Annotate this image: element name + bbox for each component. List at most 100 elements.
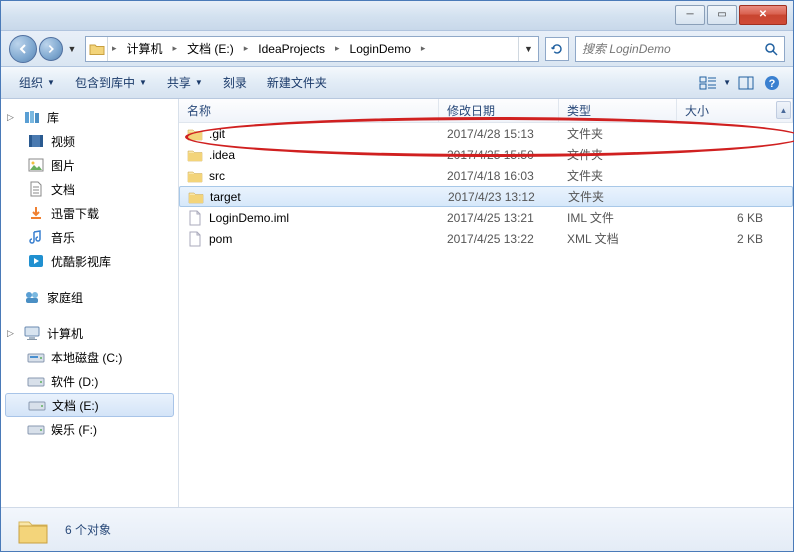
sidebar-item-label: 本地磁盘 (C:) [51, 349, 122, 366]
file-area: ▲ 名称 修改日期 类型 大小 .git2017/4/28 15:13文件夹.i… [179, 99, 793, 507]
file-type: XML 文档 [559, 230, 677, 247]
sidebar-head-homegroup[interactable]: 家庭组 [1, 285, 178, 309]
breadcrumb-sep[interactable]: ▸ [169, 43, 182, 54]
sidebar-item-label: 迅雷下载 [51, 205, 99, 222]
breadcrumb-sep[interactable]: ▸ [331, 43, 344, 54]
sidebar-item-label: 文档 [51, 181, 75, 198]
sidebar-item-picture[interactable]: 图片 [1, 153, 178, 177]
view-options-button[interactable] [697, 72, 719, 94]
file-row[interactable]: pom2017/4/25 13:22XML 文档2 KB [179, 228, 793, 249]
include-library-button[interactable]: 包含到库中 ▼ [67, 70, 155, 95]
view-icon [699, 75, 717, 91]
sidebar-head-computer[interactable]: ▷ 计算机 [1, 321, 178, 345]
sidebar-item-music[interactable]: 音乐 [1, 225, 178, 249]
sidebar-head-library[interactable]: ▷ 库 [1, 105, 178, 129]
file-row[interactable]: src2017/4/18 16:03文件夹 [179, 165, 793, 186]
sidebar-item-youku[interactable]: 优酷影视库 [1, 249, 178, 273]
share-label: 共享 [167, 74, 191, 91]
file-date: 2017/4/23 13:12 [440, 190, 560, 204]
burn-button[interactable]: 刻录 [215, 70, 255, 95]
refresh-button[interactable] [545, 37, 569, 61]
breadcrumb-item-folder[interactable]: IdeaProjects [252, 37, 331, 61]
breadcrumb[interactable]: ▸ 计算机 ▸ 文档 (E:) ▸ IdeaProjects ▸ LoginDe… [85, 36, 539, 62]
download-icon [27, 204, 45, 222]
expand-icon: ▷ [7, 328, 17, 339]
sidebar-item-download[interactable]: 迅雷下载 [1, 201, 178, 225]
file-date: 2017/4/25 15:50 [439, 148, 559, 162]
breadcrumb-item-current[interactable]: LoginDemo [344, 37, 417, 61]
file-row[interactable]: .idea 2017/4/25 15:50文件夹 [179, 144, 793, 165]
folder-icon [188, 189, 204, 205]
view-dropdown[interactable]: ▼ [723, 78, 731, 87]
file-type: 文件夹 [559, 146, 677, 163]
include-label: 包含到库中 [75, 74, 135, 91]
share-button[interactable]: 共享 ▼ [159, 70, 211, 95]
file-date: 2017/4/25 13:22 [439, 232, 559, 246]
breadcrumb-item-computer[interactable]: 计算机 [121, 37, 169, 61]
youku-icon [27, 252, 45, 270]
sidebar-item-label: 娱乐 (F:) [51, 421, 97, 438]
minimize-button[interactable]: ─ [675, 5, 705, 25]
file-icon [187, 210, 203, 226]
breadcrumb-sep[interactable]: ▸ [108, 43, 121, 54]
video-icon [27, 132, 45, 150]
computer-label: 计算机 [47, 325, 83, 342]
expand-icon: ▷ [7, 112, 17, 123]
new-folder-label: 新建文件夹 [267, 74, 327, 91]
search-input[interactable] [582, 42, 764, 56]
forward-button[interactable] [39, 37, 63, 61]
file-name: target [210, 190, 241, 204]
breadcrumb-dropdown[interactable]: ▼ [518, 37, 538, 61]
close-button[interactable]: ✕ [739, 5, 787, 25]
sidebar: ▷ 库 视频图片文档迅雷下载音乐优酷影视库 家庭组 ▷ 计算机 本地磁盘 (C:… [1, 99, 179, 507]
chevron-down-icon: ▼ [139, 78, 147, 87]
refresh-icon [550, 42, 564, 56]
music-icon [27, 228, 45, 246]
organize-label: 组织 [19, 74, 43, 91]
search-box[interactable] [575, 36, 785, 62]
organize-button[interactable]: 组织 ▼ [11, 70, 63, 95]
maximize-button[interactable]: ▭ [707, 5, 737, 25]
sidebar-item-drive[interactable]: 软件 (D:) [1, 369, 178, 393]
column-date[interactable]: 修改日期 [439, 99, 559, 122]
breadcrumb-sep[interactable]: ▸ [240, 43, 253, 54]
breadcrumb-item-drive[interactable]: 文档 (E:) [181, 37, 240, 61]
preview-pane-button[interactable] [735, 72, 757, 94]
file-size: 2 KB [677, 232, 793, 246]
chevron-down-icon: ▼ [195, 78, 203, 87]
sidebar-item-drive[interactable]: 文档 (E:) [5, 393, 174, 417]
new-folder-button[interactable]: 新建文件夹 [259, 70, 335, 95]
sidebar-item-label: 视频 [51, 133, 75, 150]
sidebar-item-document[interactable]: 文档 [1, 177, 178, 201]
file-type: 文件夹 [559, 167, 677, 184]
column-headers: 名称 修改日期 类型 大小 [179, 99, 793, 123]
back-button[interactable] [9, 35, 37, 63]
nav-history-dropdown[interactable]: ▼ [65, 37, 79, 61]
help-button[interactable]: ? [761, 72, 783, 94]
breadcrumb-root-icon[interactable] [86, 37, 108, 61]
column-name[interactable]: 名称 [179, 99, 439, 122]
sidebar-item-video[interactable]: 视频 [1, 129, 178, 153]
sidebar-group-library: ▷ 库 视频图片文档迅雷下载音乐优酷影视库 [1, 105, 178, 273]
sidebar-item-label: 文档 (E:) [52, 397, 99, 414]
file-row[interactable]: .git2017/4/28 15:13文件夹 [179, 123, 793, 144]
drive-icon [28, 396, 46, 414]
file-size: 6 KB [677, 211, 793, 225]
file-row[interactable]: LoginDemo.iml2017/4/25 13:21IML 文件6 KB [179, 207, 793, 228]
sidebar-item-drive[interactable]: 本地磁盘 (C:) [1, 345, 178, 369]
sidebar-group-homegroup: 家庭组 [1, 285, 178, 309]
search-icon[interactable] [764, 42, 778, 56]
svg-text:?: ? [769, 78, 776, 90]
breadcrumb-sep[interactable]: ▸ [417, 43, 430, 54]
column-type[interactable]: 类型 [559, 99, 677, 122]
scroll-up-button[interactable]: ▲ [776, 101, 791, 119]
sidebar-item-label: 图片 [51, 157, 75, 174]
folder-icon [89, 42, 105, 56]
drive-icon [27, 348, 45, 366]
content-area: ▷ 库 视频图片文档迅雷下载音乐优酷影视库 家庭组 ▷ 计算机 本地磁盘 (C:… [1, 99, 793, 507]
file-name: .idea [209, 148, 235, 162]
sidebar-item-drive[interactable]: 娱乐 (F:) [1, 417, 178, 441]
file-row[interactable]: target2017/4/23 13:12文件夹 [179, 186, 793, 207]
chevron-down-icon: ▼ [47, 78, 55, 87]
address-bar: ▼ ▸ 计算机 ▸ 文档 (E:) ▸ IdeaProjects ▸ Login… [1, 31, 793, 67]
